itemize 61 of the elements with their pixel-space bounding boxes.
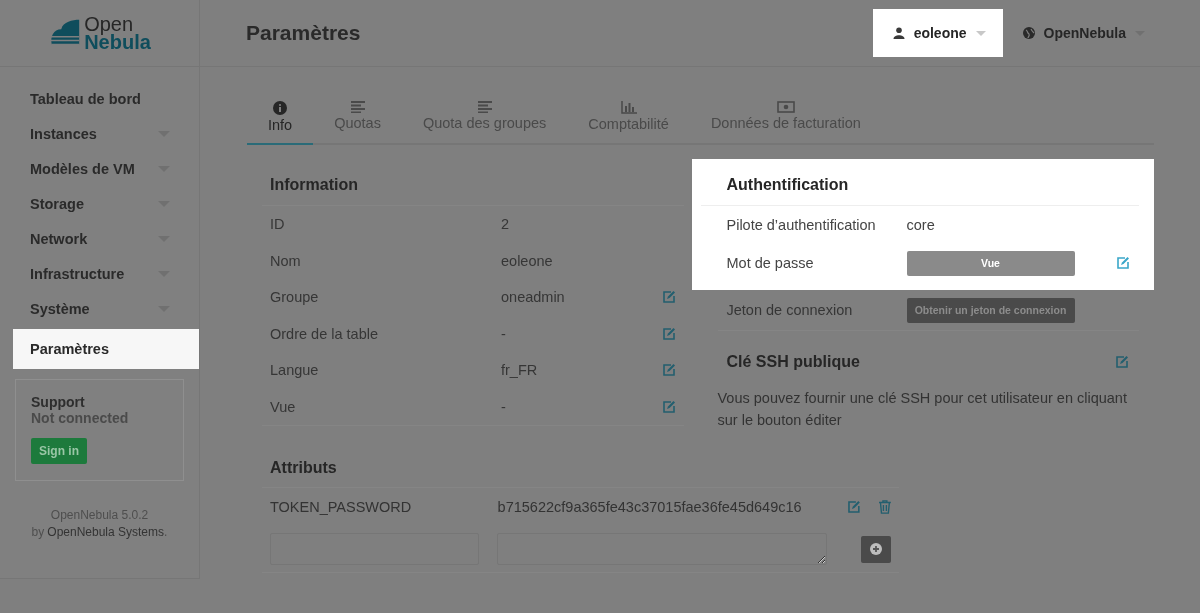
field-label: Ordre de la table [270, 325, 379, 342]
field-label: Mot de passe [726, 255, 815, 271]
field-label: Langue [270, 362, 320, 379]
ssh-hint-text: Vous pouvez fournir une clé SSH pour cet utilisateur en cliquant sur le bouton éditer [717, 389, 1128, 430]
sidebar-item[interactable]: Instances [0, 116, 199, 151]
logo-text: Nebula [84, 33, 151, 51]
field-value: fr_FR [501, 362, 539, 379]
tab[interactable]: Info [247, 97, 314, 145]
view-password-button[interactable]: Vue [906, 250, 1075, 276]
field-value: - [501, 398, 507, 415]
field-value: eoleone [501, 252, 554, 269]
sidebar-item[interactable]: Système [0, 291, 199, 326]
field-label: Groupe [270, 289, 320, 306]
sign-in-button[interactable]: Sign in [31, 438, 87, 464]
attribute-name: TOKEN_PASSWORD [270, 499, 413, 515]
period-text: . [164, 524, 168, 541]
field-label: Jeton de connexion [726, 302, 854, 318]
field-value: - [501, 325, 507, 342]
sidebar-item[interactable]: Paramètres [13, 329, 199, 369]
support-title: Support [31, 394, 85, 410]
field-label: ID [270, 216, 286, 233]
text-lines-icon [350, 101, 365, 113]
page-title: Paramètres [246, 21, 361, 45]
add-attribute-button[interactable] [861, 535, 891, 563]
caret-icon [975, 30, 986, 36]
sidebar-item[interactable]: Infrastructure [0, 256, 199, 291]
field-label: Vue [270, 398, 297, 415]
trash-icon[interactable] [879, 500, 891, 514]
user-icon [892, 27, 905, 39]
edit-icon[interactable] [661, 326, 676, 341]
user-menu[interactable]: eoleone [872, 9, 1003, 57]
text-lines-icon [477, 101, 492, 113]
logo-text: Open [84, 15, 134, 33]
attribute-value-field[interactable] [496, 533, 828, 565]
edit-icon[interactable] [1116, 256, 1130, 270]
get-token-button[interactable]: Obtenir un jeton de connexion [906, 297, 1075, 323]
edit-icon[interactable] [661, 363, 676, 378]
field-value: core [906, 217, 936, 233]
sidebar-item[interactable]: Storage [0, 186, 199, 221]
plus-icon [870, 543, 883, 555]
field-label: Nom [270, 252, 302, 269]
globe-icon [1022, 27, 1035, 39]
sidebar-item[interactable]: Network [0, 221, 199, 256]
edit-icon[interactable] [847, 500, 862, 514]
field-value: 2 [501, 216, 511, 233]
edit-icon[interactable] [661, 399, 676, 414]
section-title: Authentification [700, 174, 1139, 206]
info-icon [273, 101, 288, 115]
field-label: Pilote d’authentification [726, 217, 877, 233]
sidebar-item[interactable]: Modèles de VM [0, 151, 199, 186]
edit-icon[interactable] [661, 290, 676, 305]
banknote-icon [776, 101, 795, 113]
attribute-value: b715622cf9a365fe43c37015fae36fe45d649c16 [497, 499, 803, 515]
field-value: oneadmin [501, 289, 566, 306]
section-title: Information [262, 159, 684, 206]
section-title: Clé SSH publique [726, 353, 860, 371]
edit-icon[interactable] [1115, 355, 1129, 369]
section-title: Attributs [262, 445, 899, 488]
bar-chart-icon [620, 101, 637, 114]
zone-menu[interactable]: OpenNebula [1002, 9, 1162, 57]
sidebar-item[interactable]: Tableau de bord [0, 81, 199, 116]
